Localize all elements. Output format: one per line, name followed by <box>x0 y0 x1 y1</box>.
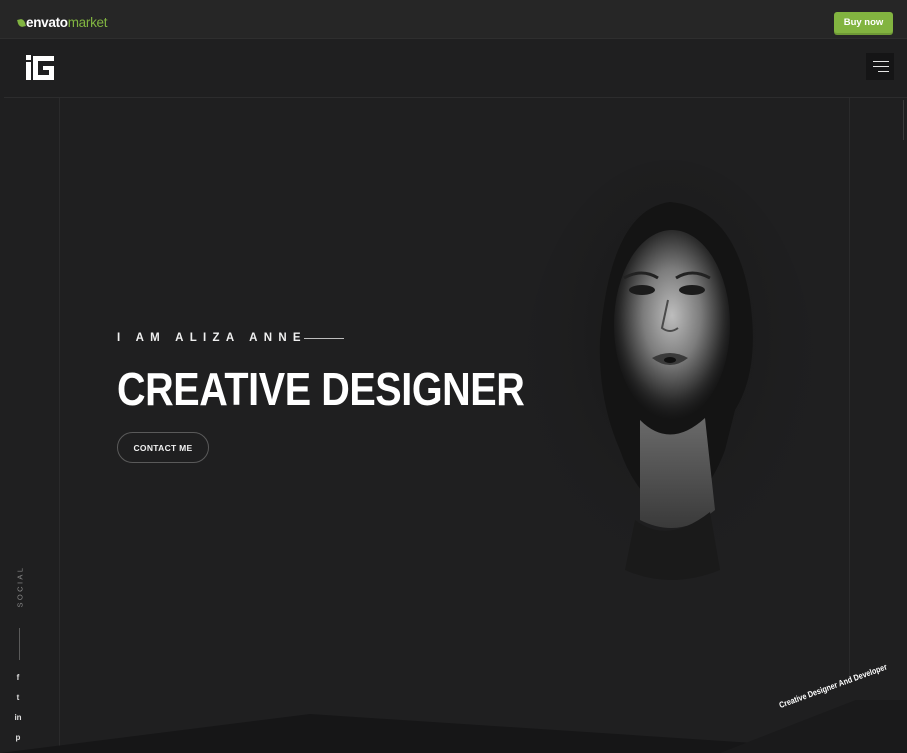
facebook-icon[interactable]: f <box>11 672 25 692</box>
intro-heading: I AM ALIZA ANNE <box>117 332 344 344</box>
intro-text: I AM ALIZA ANNE <box>117 332 307 344</box>
envato-logo[interactable]: envato market <box>17 14 108 30</box>
hero-title: CREATIVE DESIGNER <box>117 363 525 415</box>
market-logo-word: market <box>67 14 108 30</box>
buy-now-button[interactable]: Buy now <box>834 12 893 33</box>
right-divider-line <box>849 98 850 678</box>
brand-logo-icon[interactable] <box>26 53 56 83</box>
scrollbar-thumb[interactable] <box>903 100 904 140</box>
social-label: SOCIAL <box>15 565 25 608</box>
hamburger-menu-icon[interactable] <box>866 53 894 80</box>
envato-market-bar: envato market Buy now <box>0 0 907 39</box>
envato-logo-word: envato <box>26 14 68 30</box>
social-divider <box>19 628 20 660</box>
bottom-decorative-shape <box>0 700 907 753</box>
page: envato market Buy now I AM ALIZA ANNE CR… <box>0 0 907 753</box>
site-header <box>4 40 907 98</box>
contact-me-button[interactable]: CONTACT ME <box>117 432 209 463</box>
intro-rule <box>303 337 344 339</box>
envato-leaf-icon <box>17 18 26 28</box>
left-divider-line <box>59 98 60 753</box>
hero-portrait-image <box>525 160 815 600</box>
